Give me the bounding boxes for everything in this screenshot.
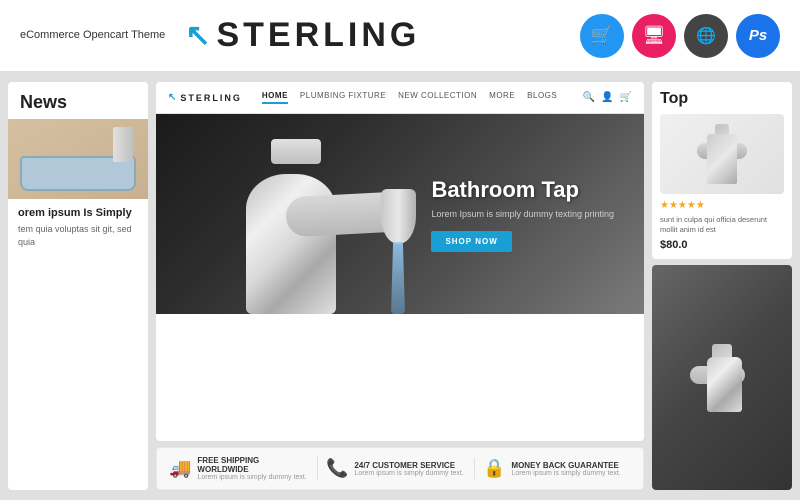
feature-refund-text: MONEY BACK GUARANTEE Lorem ipsum is simp…	[511, 461, 620, 477]
main-logo: ↖ STERLING	[185, 16, 560, 55]
support-title: 24/7 CUSTOMER SERVICE	[354, 461, 463, 470]
browser-logo: ↖ STERLING	[168, 92, 242, 103]
nav-plumbing[interactable]: PLUMBING FIXTURE	[300, 91, 386, 104]
center-panel: ↖ STERLING HOME PLUMBING FIXTURE NEW COL…	[156, 82, 644, 490]
product-image	[660, 114, 784, 194]
refund-title: MONEY BACK GUARANTEE	[511, 461, 620, 470]
shipping-title: FREE SHIPPING WORLDWIDE	[197, 456, 309, 474]
top-header: eCommerce Opencart Theme ↖ STERLING 🛒 🖥 …	[0, 0, 800, 72]
product-description: sunt in culpa qui officia deserunt molli…	[660, 215, 784, 235]
news-text: orem ipsum Is Simply tem quia voluptas s…	[8, 199, 148, 256]
right-panel: Top ★★★★★ sunt in culpa qui officia dese…	[652, 82, 792, 490]
multilang-badge[interactable]: 🌐	[684, 14, 728, 58]
support-desc: Lorem ipsum is simply dummy text.	[354, 470, 463, 477]
ecommerce-label: eCommerce Opencart Theme	[20, 28, 165, 43]
nav-collection[interactable]: NEW COLLECTION	[398, 91, 477, 104]
shipping-icon: 🚚	[169, 458, 191, 479]
ecommerce-text: eCommerce Opencart Theme	[20, 29, 165, 41]
search-icon[interactable]: 🔍	[583, 92, 595, 103]
responsive-icon: 🖥	[643, 25, 666, 46]
feature-refund: 🔒 MONEY BACK GUARANTEE Lorem ipsum is si…	[483, 458, 631, 479]
browser-nav-links: HOME PLUMBING FIXTURE NEW COLLECTION MOR…	[262, 91, 563, 104]
hero-section: Bathroom Tap Lorem Ipsum is simply dummy…	[156, 114, 644, 314]
product-faucet	[687, 124, 757, 184]
news-desc: tem quia voluptas sit git, sed quia	[18, 223, 138, 248]
feature-support-text: 24/7 CUSTOMER SERVICE Lorem ipsum is sim…	[354, 461, 463, 477]
right-panel-header: Top	[660, 90, 784, 108]
logo-icon: ↖	[185, 18, 210, 53]
hero-subtitle: Lorem Ipsum is simply dummy texting prin…	[431, 209, 614, 219]
feature-shipping-text: FREE SHIPPING WORLDWIDE Lorem ipsum is s…	[197, 456, 309, 481]
shop-now-button[interactable]: SHOP NOW	[431, 231, 511, 252]
news-image	[8, 119, 148, 199]
cart-nav-icon[interactable]: 🛒	[620, 92, 632, 103]
cart-icon: 🛒	[591, 25, 613, 46]
logo-text: STERLING	[216, 16, 420, 55]
top-product-card: Top ★★★★★ sunt in culpa qui officia dese…	[652, 82, 792, 259]
browser-logo-icon: ↖	[168, 92, 177, 103]
news-header: News	[8, 82, 148, 119]
bottom-faucet-card	[652, 265, 792, 491]
user-icon[interactable]: 👤	[601, 92, 613, 103]
refund-desc: Lorem ipsum is simply dummy text.	[511, 470, 620, 477]
browser-navbar: ↖ STERLING HOME PLUMBING FIXTURE NEW COL…	[156, 82, 644, 114]
bottom-faucet-visual	[682, 342, 762, 412]
ps-text: Ps	[749, 27, 767, 44]
refund-icon: 🔒	[483, 458, 505, 479]
support-icon: 📞	[326, 458, 348, 479]
features-bar: 🚚 FREE SHIPPING WORLDWIDE Lorem ipsum is…	[156, 447, 644, 490]
nav-more[interactable]: MORE	[489, 91, 515, 104]
product-price: $80.0	[660, 239, 784, 251]
multilang-icon: 🌐	[696, 26, 716, 46]
left-panel: News orem ipsum Is Simply tem quia volup…	[8, 82, 148, 490]
main-area: News orem ipsum Is Simply tem quia volup…	[0, 72, 800, 500]
feature-support: 📞 24/7 CUSTOMER SERVICE Lorem ipsum is s…	[326, 458, 475, 479]
nav-home[interactable]: HOME	[262, 91, 288, 104]
photoshop-badge[interactable]: Ps	[736, 14, 780, 58]
browser-icons: 🔍 👤 🛒	[583, 92, 632, 103]
hero-title: Bathroom Tap	[431, 177, 614, 203]
bottom-faucet-inner	[652, 265, 792, 491]
responsive-badge[interactable]: 🖥	[632, 14, 676, 58]
feature-shipping: 🚚 FREE SHIPPING WORLDWIDE Lorem ipsum is…	[169, 456, 318, 481]
shipping-desc: Lorem ipsum is simply dummy text.	[197, 474, 309, 481]
cart-badge[interactable]: 🛒	[580, 14, 624, 58]
nav-blogs[interactable]: BLOGS	[527, 91, 557, 104]
news-title: orem ipsum Is Simply	[18, 207, 138, 219]
faucet-visual	[186, 124, 446, 314]
showcase-browser: ↖ STERLING HOME PLUMBING FIXTURE NEW COL…	[156, 82, 644, 441]
product-stars: ★★★★★	[660, 200, 784, 211]
badge-icons: 🛒 🖥 🌐 Ps	[580, 14, 780, 58]
browser-logo-text: STERLING	[180, 93, 242, 103]
hero-content: Bathroom Tap Lorem Ipsum is simply dummy…	[431, 177, 614, 252]
